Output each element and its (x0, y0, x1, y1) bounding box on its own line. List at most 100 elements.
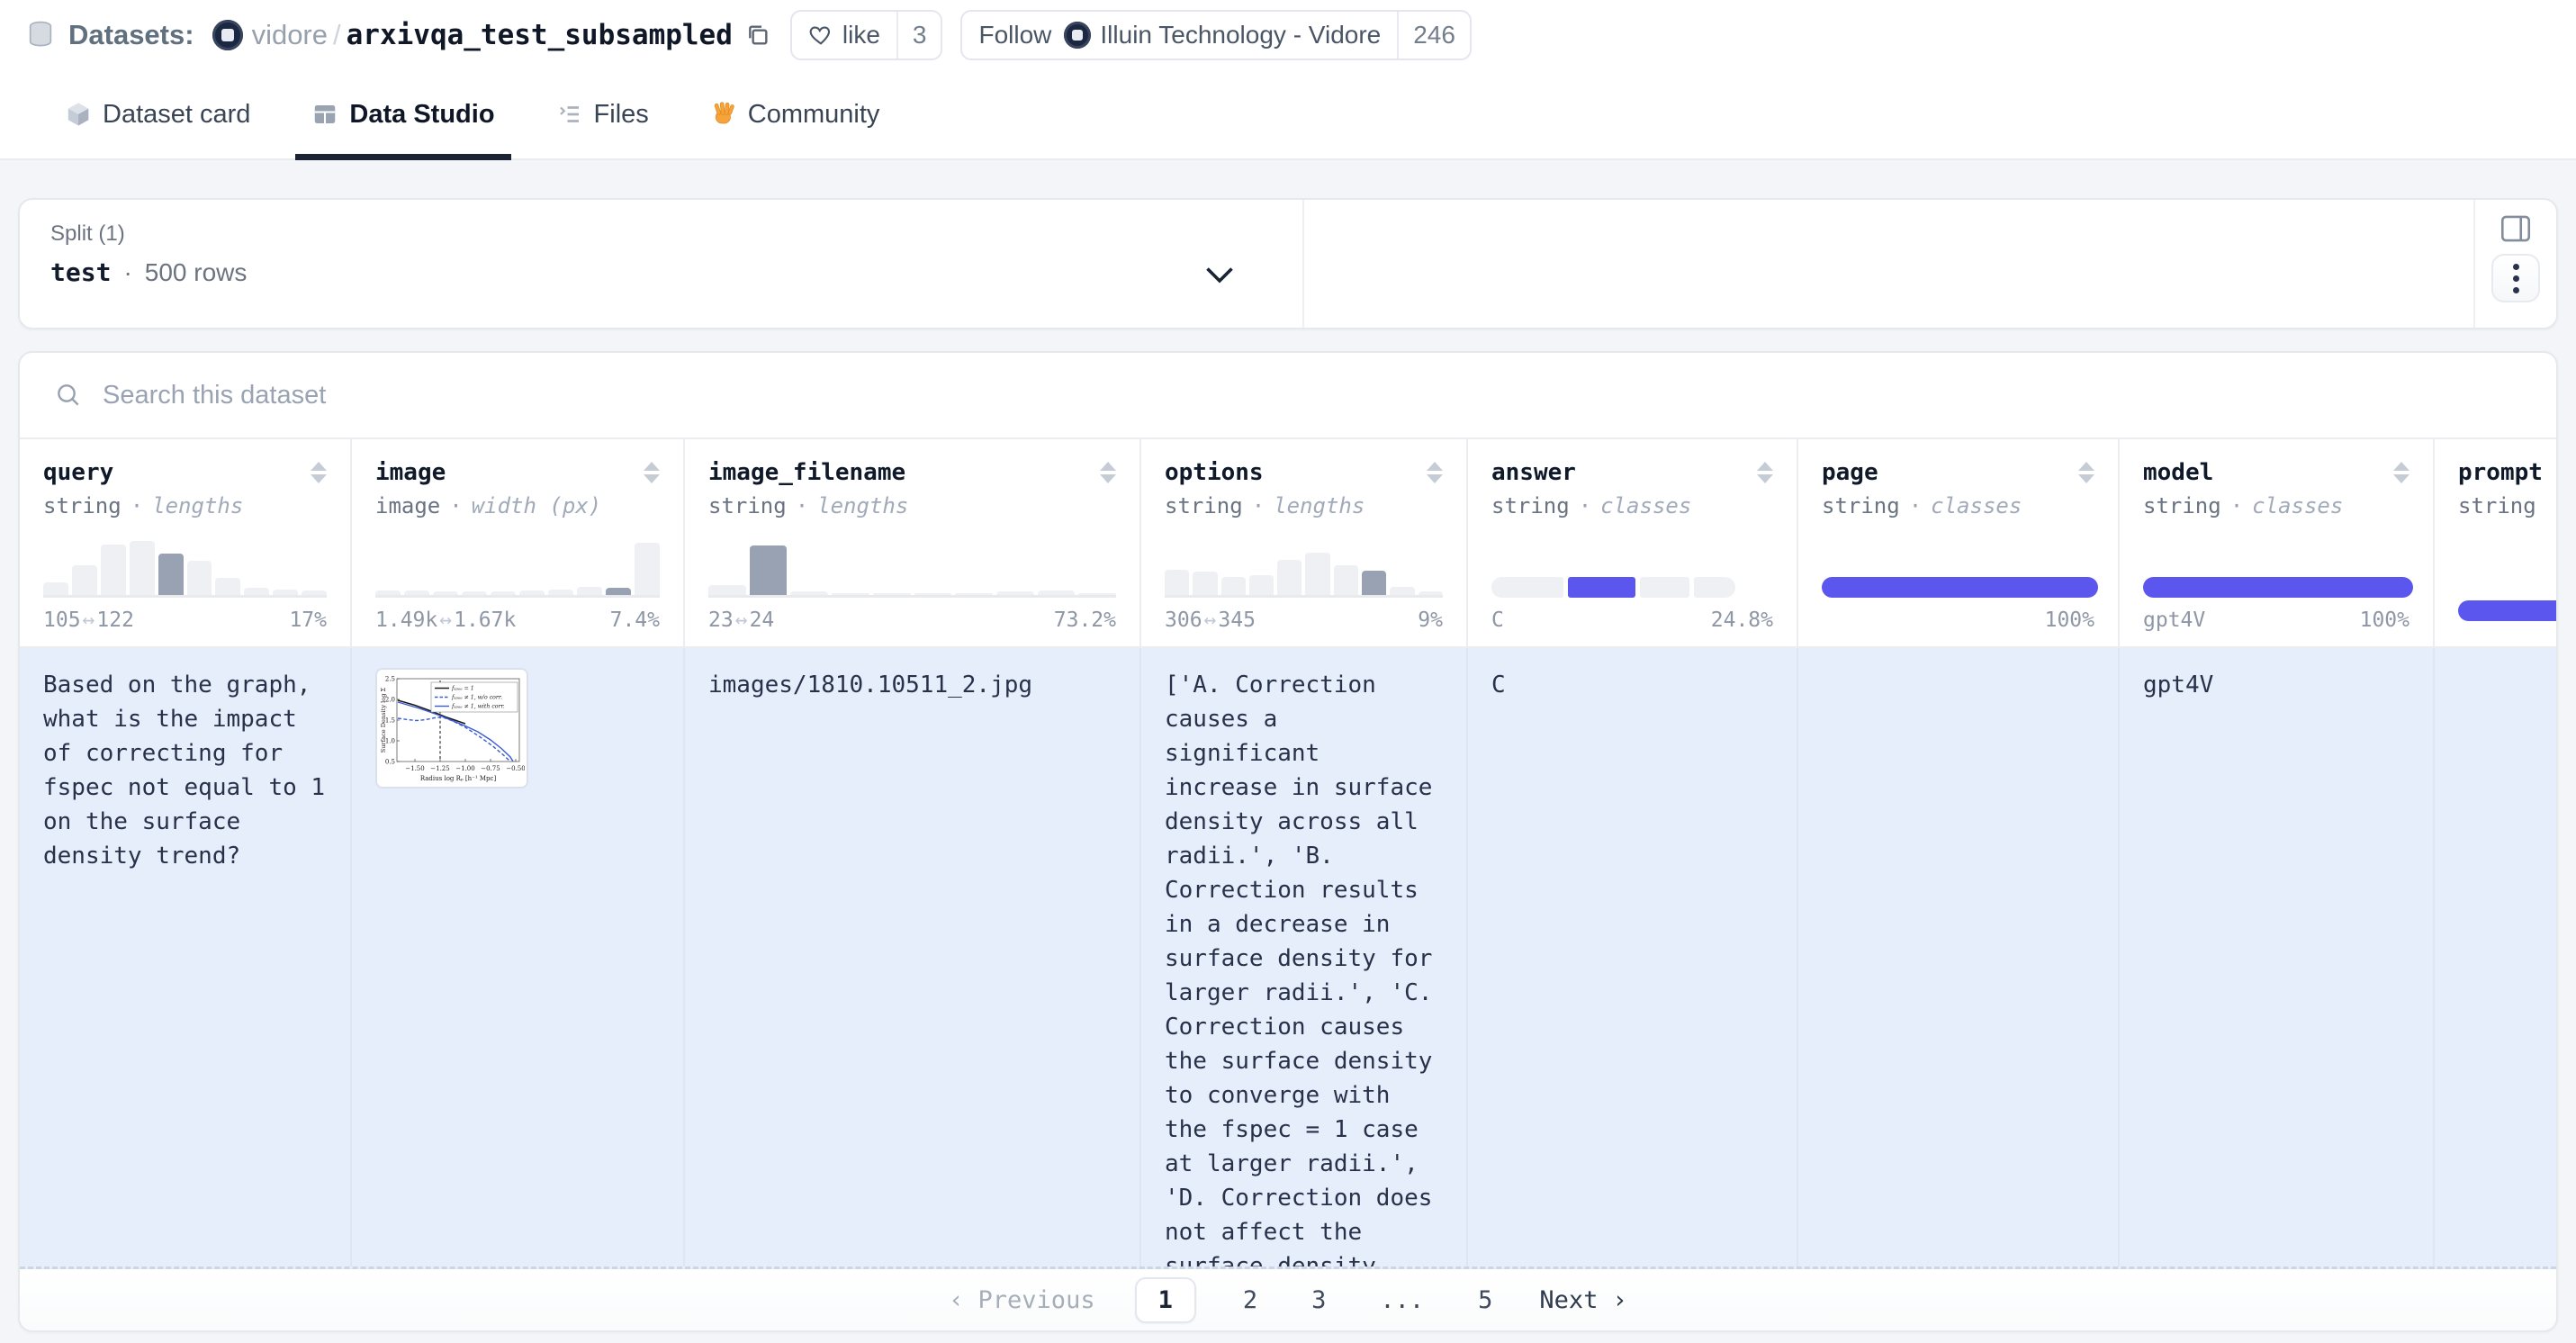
histogram-pct-label: 73.2% (1054, 608, 1116, 632)
pagination-page-2[interactable]: 2 (1236, 1283, 1265, 1318)
pagination-page-5[interactable]: 5 (1471, 1283, 1500, 1318)
histogram-bar[interactable] (548, 590, 573, 595)
class-bar-segment[interactable] (1568, 577, 1635, 598)
column-header-page[interactable]: page string·classes 100% (1798, 439, 2120, 646)
histogram-bar[interactable] (1193, 572, 1217, 595)
tab-community[interactable]: Community (705, 70, 886, 158)
histogram-bar[interactable] (1334, 565, 1358, 595)
histogram-bar[interactable] (873, 593, 911, 595)
sort-icon[interactable] (1100, 462, 1116, 483)
org-link[interactable]: vidore (252, 19, 328, 51)
like-count[interactable]: 3 (896, 12, 941, 59)
class-bar-segment[interactable] (1491, 577, 1563, 598)
histogram-bar[interactable] (187, 561, 212, 595)
histogram-bar[interactable] (43, 582, 68, 595)
class-distribution-bar[interactable] (2458, 600, 2533, 621)
histogram-bar[interactable] (1249, 575, 1274, 595)
histogram-bar[interactable] (1165, 570, 1189, 595)
histogram-bar[interactable] (790, 591, 828, 595)
histogram-bar[interactable] (302, 590, 327, 595)
class-bar-segment[interactable] (1822, 577, 2098, 598)
class-distribution-bar[interactable] (1491, 577, 1773, 598)
histogram-bar[interactable] (577, 587, 602, 595)
pagination-previous[interactable]: ‹ Previous (949, 1286, 1094, 1314)
tab-files[interactable]: Files (551, 70, 654, 158)
histogram-bar[interactable] (1221, 577, 1246, 595)
column-histogram[interactable] (375, 533, 660, 598)
histogram-bar[interactable] (1419, 591, 1443, 595)
class-bar-segment[interactable] (2458, 600, 2558, 621)
histogram-bar[interactable] (955, 593, 993, 595)
column-header-image[interactable]: image image·width (px) 1.49k↔1.67k7.4% (352, 439, 685, 646)
breadcrumb-datasets-label[interactable]: Datasets: (68, 19, 194, 51)
histogram-bar[interactable] (635, 543, 660, 595)
histogram-bar[interactable] (375, 590, 401, 595)
more-options-button[interactable] (2491, 254, 2540, 302)
follow-count[interactable]: 246 (1397, 12, 1470, 59)
column-header-prompt[interactable]: prompt string (2435, 439, 2556, 646)
histogram-bar[interactable] (606, 588, 631, 595)
search-input[interactable] (103, 381, 2556, 410)
tab-data-studio[interactable]: Data Studio (306, 70, 500, 158)
class-distribution-bar[interactable] (2143, 577, 2409, 598)
histogram-bar[interactable] (1305, 553, 1329, 595)
sort-icon[interactable] (1757, 462, 1773, 483)
histogram-bar[interactable] (404, 590, 429, 595)
svg-text:0.5: 0.5 (385, 759, 395, 766)
class-bar-segment[interactable] (1694, 577, 1735, 598)
column-name: image (375, 459, 446, 486)
class-distribution-bar[interactable] (1822, 577, 2094, 598)
tab-dataset-card[interactable]: Dataset card (59, 70, 256, 158)
pagination-page-1[interactable]: 1 (1135, 1277, 1196, 1323)
histogram-bar[interactable] (832, 593, 869, 595)
column-header-options[interactable]: options string·lengths 306↔3459% (1141, 439, 1468, 646)
histogram-bar[interactable] (708, 585, 746, 595)
column-header-query[interactable]: query string·lengths 105↔12217% (20, 439, 352, 646)
class-bar-segment[interactable] (1640, 577, 1689, 598)
sort-icon[interactable] (2078, 462, 2094, 483)
histogram-bar[interactable] (996, 591, 1034, 595)
histogram-bar[interactable] (750, 545, 788, 595)
histogram-bar[interactable] (1362, 571, 1386, 595)
histogram-bar[interactable] (519, 590, 545, 595)
column-header-model[interactable]: model string·classes gpt4V100% (2120, 439, 2435, 646)
histogram-bar[interactable] (101, 545, 126, 595)
histogram-bar[interactable] (1390, 587, 1414, 595)
svg-text:−0.50: −0.50 (506, 765, 525, 772)
histogram-bar[interactable] (158, 554, 184, 595)
dataset-name[interactable]: arxivqa_test_subsampled (347, 19, 733, 51)
pagination-next[interactable]: Next › (1539, 1286, 1626, 1314)
histogram-bar[interactable] (433, 591, 458, 595)
panel-toggle-button[interactable] (2498, 212, 2534, 245)
histogram-bar[interactable] (1078, 593, 1116, 595)
sort-icon[interactable] (1427, 462, 1443, 483)
histogram-bar[interactable] (491, 591, 516, 595)
like-button[interactable]: like 3 (790, 10, 943, 60)
histogram-bar[interactable] (244, 588, 269, 595)
split-selector[interactable]: Split (1) test · 500 rows (20, 200, 1304, 328)
histogram-bar[interactable] (1277, 560, 1302, 595)
column-header-answer[interactable]: answer string·classes C24.8% (1468, 439, 1798, 646)
histogram-bar[interactable] (215, 578, 240, 595)
sort-icon[interactable] (2393, 462, 2409, 483)
org-avatar[interactable] (212, 20, 243, 50)
histogram-range-hi: 345 (1218, 608, 1256, 632)
histogram-bar[interactable] (72, 565, 97, 595)
histogram-bar[interactable] (130, 541, 155, 595)
sort-icon[interactable] (311, 462, 327, 483)
svg-text:Radius log Rₚ [h⁻¹ Mpc]: Radius log Rₚ [h⁻¹ Mpc] (420, 775, 497, 782)
column-histogram[interactable] (1165, 533, 1443, 598)
histogram-bar[interactable] (273, 590, 298, 595)
histogram-bar[interactable] (1038, 590, 1076, 595)
copy-button[interactable] (743, 21, 772, 50)
histogram-bar[interactable] (914, 593, 952, 595)
column-histogram[interactable] (43, 533, 327, 598)
column-histogram[interactable] (708, 533, 1116, 598)
pagination-page-3[interactable]: 3 (1304, 1283, 1333, 1318)
image-thumbnail[interactable]: fₛₚₑₑ = 1 fₛₚₑₑ ≠ 1, w/o corr. fₛₚₑₑ ≠ 1… (375, 668, 528, 789)
sort-icon[interactable] (644, 462, 660, 483)
histogram-bar[interactable] (462, 591, 487, 595)
class-bar-segment[interactable] (2143, 577, 2413, 598)
column-header-image-filename[interactable]: image_filename string·lengths 23↔2473.2% (685, 439, 1141, 646)
follow-button[interactable]: Follow Illuin Technology - Vidore 246 (960, 10, 1471, 60)
